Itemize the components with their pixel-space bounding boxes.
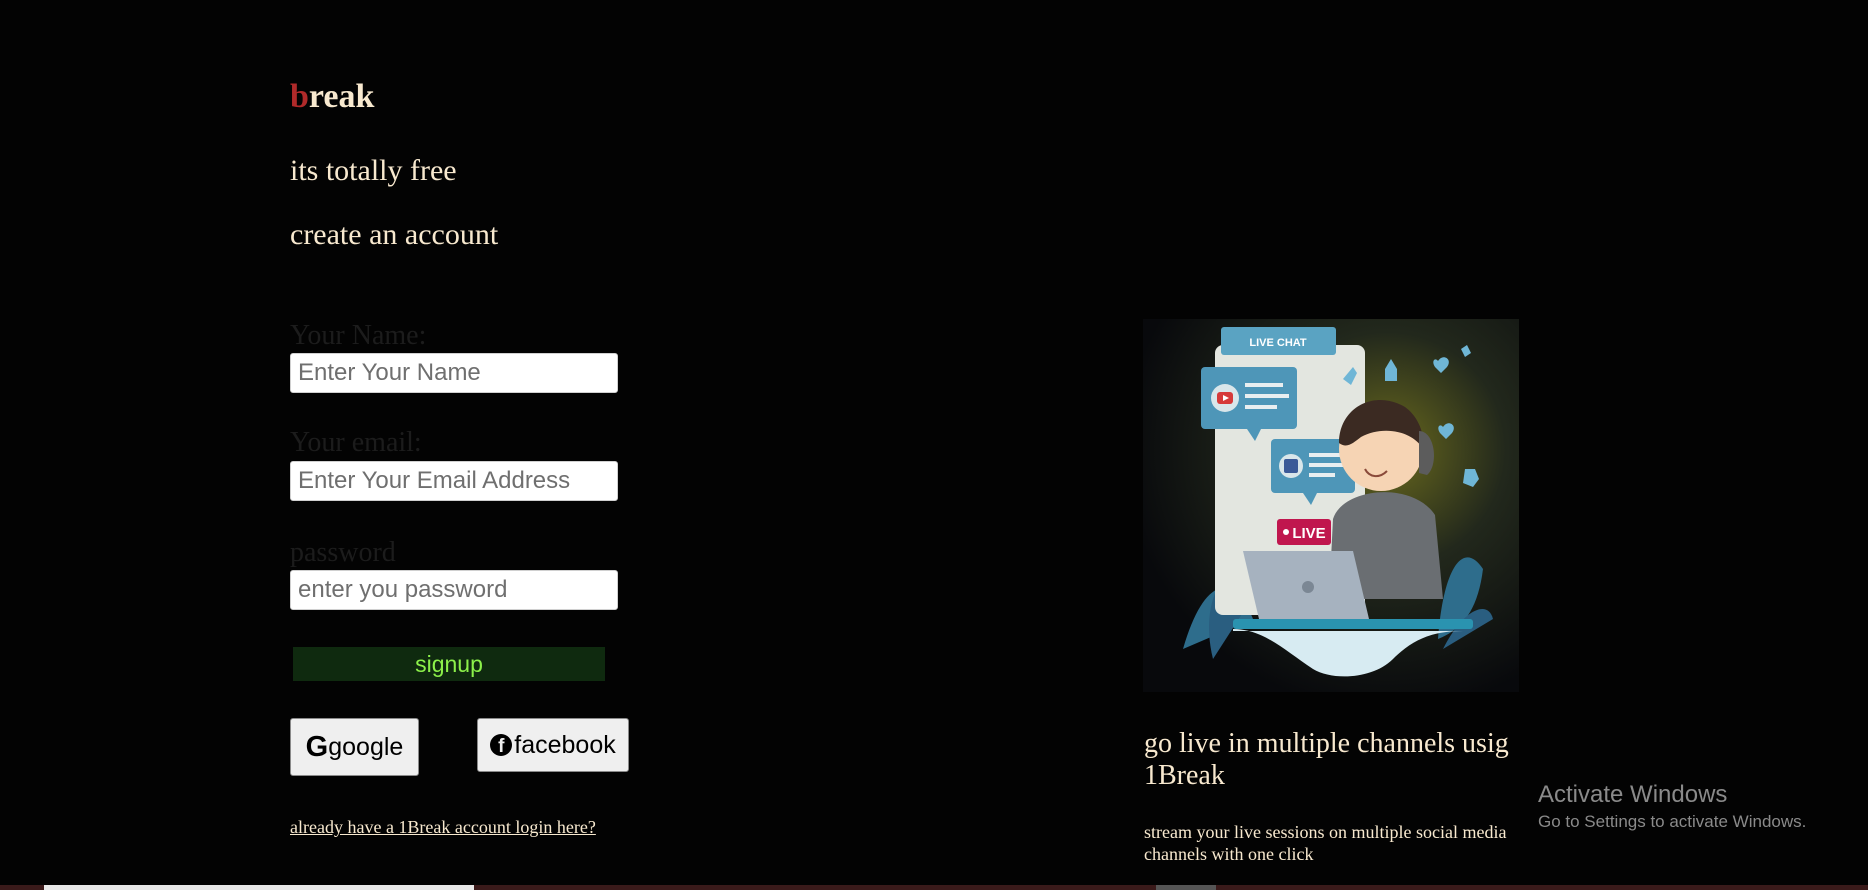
live-badge-label: LIVE: [1292, 525, 1325, 542]
signup-page: break its totally free create an account…: [0, 0, 1868, 890]
google-login-label: google: [328, 732, 404, 761]
activate-windows-title: Activate Windows: [1538, 781, 1728, 808]
taskbar-segment: [1156, 885, 1216, 890]
promo-description: stream your live sessions on multiple so…: [1144, 822, 1507, 864]
facebook-icon: f: [490, 734, 513, 756]
taskbar-segment: [44, 885, 474, 890]
google-icon: G: [305, 730, 329, 763]
facebook-login-button[interactable]: f facebook: [477, 718, 629, 772]
google-login-button[interactable]: Ggoogle: [290, 718, 419, 776]
login-link[interactable]: already have a 1Break account login here…: [290, 817, 596, 838]
name-label: Your Name:: [290, 320, 427, 351]
facebook-login-label: facebook: [514, 730, 616, 759]
page-subtitle: create an account: [290, 218, 499, 251]
brand-logo: break: [290, 78, 374, 116]
brand-logo-rest: reak: [308, 78, 375, 115]
tagline: its totally free: [290, 154, 457, 187]
brand-logo-accent: b: [290, 78, 309, 115]
name-input[interactable]: [290, 353, 618, 393]
password-label: password: [290, 537, 396, 568]
password-input[interactable]: [290, 570, 618, 610]
email-label: Your email:: [290, 427, 422, 458]
live-streaming-illustration: LIVE CHAT LIVE: [1143, 319, 1519, 692]
activate-windows-watermark: Activate Windows Go to Settings to activ…: [1538, 780, 1806, 834]
taskbar-strip: [0, 885, 1868, 890]
activate-windows-subtitle: Go to Settings to activate Windows.: [1538, 812, 1807, 831]
email-input[interactable]: [290, 461, 618, 501]
live-chat-label: LIVE CHAT: [1249, 337, 1307, 349]
promo-title: go live in multiple channels usig 1Break: [1144, 728, 1509, 791]
signup-button[interactable]: signup: [293, 647, 605, 681]
